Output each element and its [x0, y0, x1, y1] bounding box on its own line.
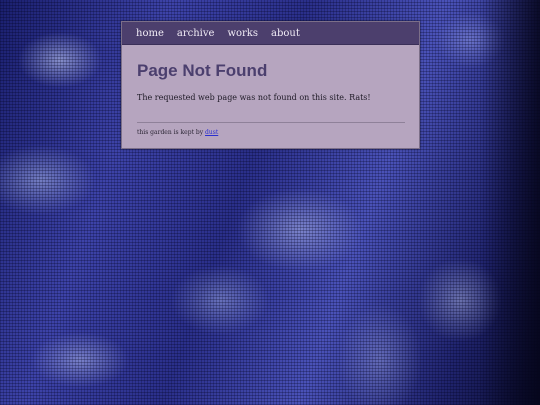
- nav-about-link[interactable]: about: [271, 28, 300, 39]
- nav-archive-link[interactable]: archive: [177, 28, 215, 39]
- error-message: The requested web page was not found on …: [137, 93, 371, 102]
- footer-author-link[interactable]: dust: [205, 129, 218, 136]
- nav-home-link[interactable]: home: [136, 28, 164, 39]
- nav-works-link[interactable]: works: [227, 28, 258, 39]
- footer-text: this garden is kept by: [137, 129, 206, 136]
- page-panel: home archive works about Page Not Found …: [121, 21, 420, 149]
- footer-divider: [137, 122, 405, 123]
- background-edge-shadow: [480, 0, 540, 405]
- top-nav: home archive works about: [122, 22, 419, 45]
- footer: this garden is kept by dust: [137, 129, 419, 136]
- page-title: Page Not Found: [137, 61, 268, 80]
